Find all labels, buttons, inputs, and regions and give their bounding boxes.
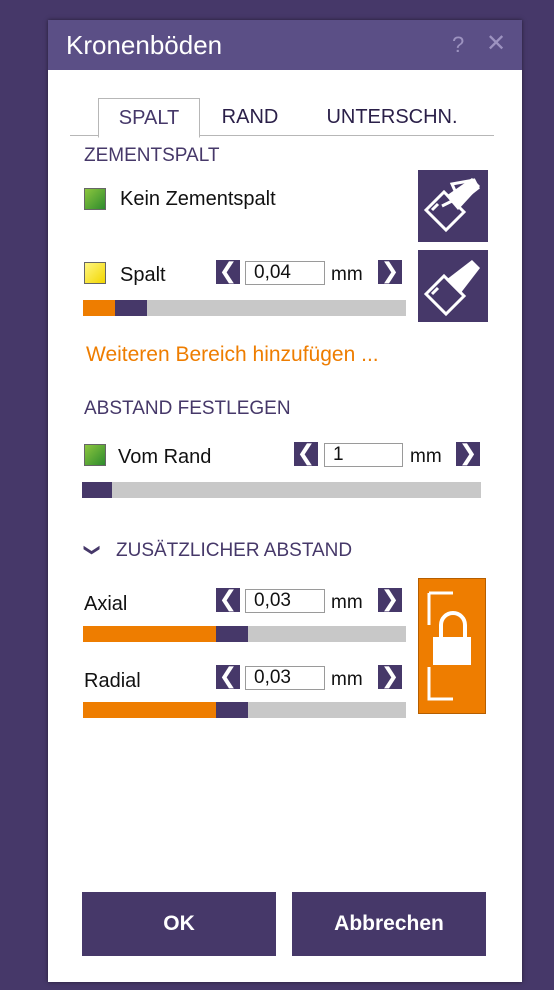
title-bar[interactable]: Kronenböden ? ✕	[48, 20, 522, 70]
vom-rand-label: Vom Rand	[118, 446, 212, 468]
spalt-color-swatch[interactable]	[84, 262, 106, 284]
kein-zementspalt-label: Kein Zementspalt	[120, 188, 276, 210]
vom-rand-increase-button[interactable]: ❯	[456, 442, 480, 466]
axial-unit: mm	[331, 592, 363, 613]
axial-value-input[interactable]: 0,03	[245, 589, 325, 613]
abstand-heading: ABSTAND FESTLEGEN	[84, 398, 291, 419]
axial-decrease-button[interactable]: ❮	[216, 588, 240, 612]
paint-brush-icon	[423, 260, 480, 317]
kein-zementspalt-color-swatch[interactable]	[84, 188, 106, 210]
tab-spalt[interactable]: SPALT	[98, 98, 200, 138]
axial-increase-button[interactable]: ❯	[378, 588, 402, 612]
link-lock-button[interactable]	[418, 578, 486, 714]
vom-rand-unit: mm	[410, 446, 442, 467]
spalt-unit: mm	[331, 264, 363, 285]
paint-brush-icon	[423, 178, 480, 233]
zusaetzlich-heading[interactable]: ZUSÄTZLICHER ABSTAND	[116, 540, 352, 562]
paint-brush-button-spalt[interactable]	[418, 250, 488, 322]
radial-slider-thumb[interactable]	[216, 702, 248, 718]
radial-label: Radial	[84, 670, 141, 692]
radial-value-input[interactable]: 0,03	[245, 666, 325, 690]
add-range-link[interactable]: Weiteren Bereich hinzufügen ...	[86, 343, 379, 367]
ok-button[interactable]: OK	[82, 892, 276, 956]
radial-slider-fill	[83, 702, 216, 718]
spalt-slider-fill	[83, 300, 115, 316]
vom-rand-color-swatch[interactable]	[84, 444, 106, 466]
radial-decrease-button[interactable]: ❮	[216, 665, 240, 689]
vom-rand-decrease-button[interactable]: ❮	[294, 442, 318, 466]
cancel-button[interactable]: Abbrechen	[292, 892, 486, 956]
vom-rand-value-input[interactable]: 1	[324, 443, 403, 467]
spalt-label: Spalt	[120, 264, 166, 286]
dialog-title: Kronenböden	[66, 30, 223, 60]
vom-rand-slider-thumb[interactable]	[82, 482, 112, 498]
vom-rand-slider-track[interactable]	[82, 482, 481, 498]
spalt-slider-thumb[interactable]	[115, 300, 147, 316]
spalt-increase-button[interactable]: ❯	[378, 260, 402, 284]
tab-unterschnitt[interactable]: UNTERSCHN.	[312, 98, 472, 136]
chevron-down-icon[interactable]: ❯	[83, 543, 103, 556]
close-icon[interactable]: ✕	[486, 29, 506, 58]
paint-brush-button-kein[interactable]	[418, 170, 488, 242]
tab-rand[interactable]: RAND	[210, 98, 290, 136]
spalt-decrease-button[interactable]: ❮	[216, 260, 240, 284]
axial-label: Axial	[84, 593, 128, 615]
radial-increase-button[interactable]: ❯	[378, 665, 402, 689]
axial-slider-thumb[interactable]	[216, 626, 248, 642]
spalt-value-input[interactable]: 0,04	[245, 261, 325, 285]
lock-icon	[427, 591, 471, 701]
zementspalt-heading: ZEMENTSPALT	[84, 145, 220, 166]
axial-slider-fill	[83, 626, 216, 642]
help-icon[interactable]: ?	[452, 32, 464, 58]
kronenboeden-dialog: Kronenböden ? ✕ SPALT RAND UNTERSCHN. ZE…	[48, 20, 522, 982]
radial-unit: mm	[331, 669, 363, 690]
